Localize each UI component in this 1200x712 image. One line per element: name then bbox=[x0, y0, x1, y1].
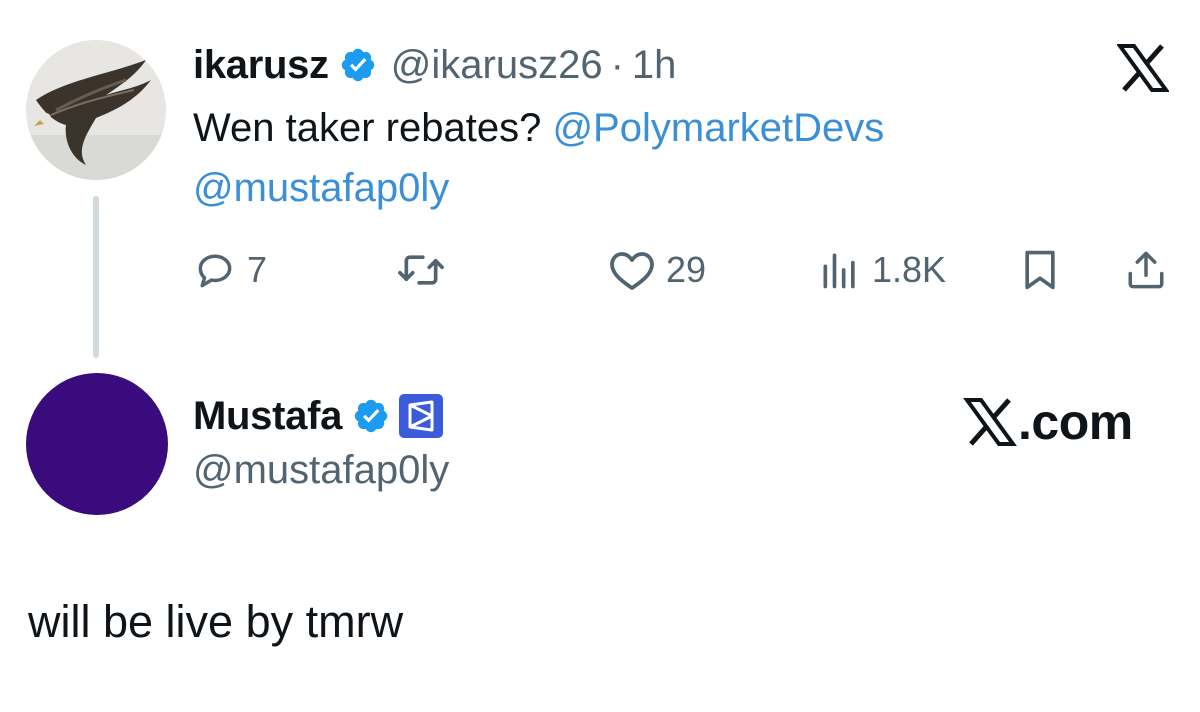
like-button[interactable]: 29 bbox=[608, 240, 706, 300]
avatar[interactable] bbox=[26, 373, 168, 515]
verified-badge-icon bbox=[354, 399, 388, 433]
polymarket-affiliate-icon[interactable] bbox=[398, 393, 444, 439]
share-icon bbox=[1128, 251, 1164, 289]
author-handle[interactable]: @ikarusz26 bbox=[391, 43, 603, 88]
author-name[interactable]: ikarusz bbox=[193, 43, 329, 88]
parent-tweet-header: ikarusz @ikarusz26 · 1h bbox=[193, 38, 676, 92]
eagle-photo bbox=[26, 40, 166, 180]
x-logo-icon bbox=[963, 398, 1017, 446]
tweet-action-bar: 7 29 1.8K bbox=[193, 240, 1173, 300]
verified-badge-icon bbox=[341, 48, 374, 82]
bookmark-button[interactable] bbox=[1020, 240, 1060, 300]
tweet-text: Wen taker rebates? bbox=[193, 106, 553, 150]
mention-link[interactable]: @PolymarketDevs bbox=[552, 106, 884, 150]
like-count: 29 bbox=[666, 249, 707, 290]
repost-button[interactable] bbox=[395, 240, 447, 300]
timestamp[interactable]: 1h bbox=[632, 43, 677, 88]
author-name[interactable]: Mustafa bbox=[193, 394, 342, 439]
parent-tweet-text: Wen taker rebates? @PolymarketDevs @must… bbox=[193, 98, 1093, 218]
reply-tweet-text: will be live by tmrw bbox=[28, 596, 404, 647]
view-count: 1.8K bbox=[872, 249, 947, 290]
repost-icon bbox=[398, 255, 444, 285]
reply-button[interactable]: 7 bbox=[193, 240, 267, 300]
avatar[interactable] bbox=[26, 40, 166, 180]
mention-link[interactable]: @mustafap0ly bbox=[193, 166, 449, 210]
heart-icon bbox=[610, 252, 654, 290]
x-com-text: .com bbox=[1018, 394, 1133, 450]
reply-count: 7 bbox=[247, 249, 268, 290]
share-button[interactable] bbox=[1125, 240, 1167, 300]
tweet-screenshot: ikarusz @ikarusz26 · 1h Wen taker rebate… bbox=[0, 0, 1200, 712]
separator-dot: · bbox=[610, 42, 624, 87]
thread-connector-line bbox=[93, 196, 99, 358]
reply-tweet-header: Mustafa bbox=[193, 388, 444, 444]
reply-icon bbox=[198, 254, 232, 288]
views-button[interactable]: 1.8K bbox=[818, 240, 946, 300]
views-chart-icon bbox=[823, 253, 855, 289]
x-com-watermark: .com bbox=[962, 392, 1133, 452]
author-handle[interactable]: @mustafap0ly bbox=[193, 448, 449, 493]
bookmark-icon bbox=[1025, 250, 1055, 290]
x-logo-icon[interactable] bbox=[1117, 44, 1169, 92]
